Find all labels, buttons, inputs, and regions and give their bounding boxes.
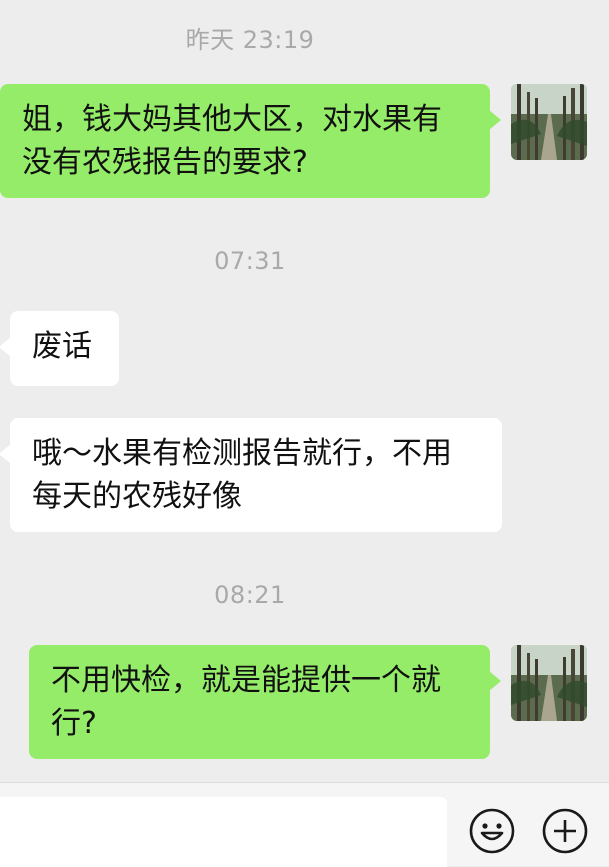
message-input[interactable] xyxy=(0,797,447,867)
timestamp: 昨天 23:19 xyxy=(185,26,315,54)
received-message-bubble[interactable]: 废话 xyxy=(0,311,119,386)
emoji-button[interactable] xyxy=(468,807,516,855)
received-message-bubble[interactable]: 哦～水果有检测报告就行，不用 每天的农残好像 xyxy=(0,418,502,532)
my-avatar[interactable] xyxy=(511,84,587,160)
message-input-bar xyxy=(0,782,609,867)
plus-circle-icon xyxy=(542,808,588,854)
message-text-line: 行? xyxy=(51,706,97,741)
sent-message-bubble[interactable]: 不用快检，就是能提供一个就 行? xyxy=(29,645,501,759)
chat-message-area[interactable]: 昨天 23:19 姐，钱大妈其他大区，对水果有 没有农残报告的要求? 07:31… xyxy=(0,0,609,782)
avatar-forest-road-image xyxy=(511,645,587,721)
sent-message-bubble[interactable]: 姐，钱大妈其他大区，对水果有 没有农残报告的要求? xyxy=(0,84,501,198)
timestamp: 07:31 xyxy=(214,247,286,275)
message-text-line: 不用快检，就是能提供一个就 xyxy=(51,663,441,698)
add-button[interactable] xyxy=(541,807,589,855)
message-text-line: 每天的农残好像 xyxy=(32,479,242,514)
emoji-icon xyxy=(469,808,515,854)
timestamp: 08:21 xyxy=(214,581,286,609)
message-text-line: 没有农残报告的要求? xyxy=(22,145,308,180)
my-avatar[interactable] xyxy=(511,645,587,721)
message-text-line: 姐，钱大妈其他大区，对水果有 xyxy=(22,102,442,137)
message-text-line: 哦～水果有检测报告就行，不用 xyxy=(32,436,452,471)
avatar-forest-road-image xyxy=(511,84,587,160)
message-text-line: 废话 xyxy=(32,329,92,364)
